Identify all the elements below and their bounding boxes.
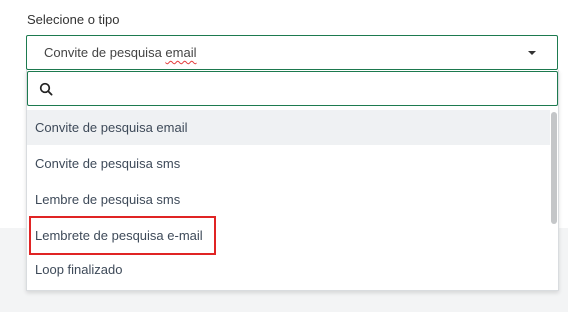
option-loop-finalizado[interactable]: Loop finalizado	[27, 252, 551, 287]
search-input[interactable]	[60, 78, 544, 102]
type-select[interactable]: Convite de pesquisa email	[26, 35, 558, 70]
search-icon	[39, 82, 53, 96]
selected-value-prefix: Convite de pesquisa	[44, 45, 166, 60]
scrollbar-track[interactable]	[550, 110, 558, 288]
dropdown-menu: Convite de pesquisa email Convite de pes…	[26, 70, 559, 291]
selected-value-misspelled: email	[165, 45, 197, 60]
caret-down-icon[interactable]	[528, 51, 536, 55]
selected-value: Convite de pesquisa email	[44, 45, 197, 60]
option-convite-email[interactable]: Convite de pesquisa email	[27, 110, 551, 145]
option-lembre-sms[interactable]: Lembre de pesquisa sms	[27, 182, 551, 217]
annotation-highlight-box	[29, 216, 216, 255]
search-field[interactable]	[27, 71, 558, 106]
field-label: Selecione o tipo	[27, 12, 120, 27]
scrollbar-thumb[interactable]	[551, 112, 557, 224]
option-convite-sms[interactable]: Convite de pesquisa sms	[27, 146, 551, 181]
